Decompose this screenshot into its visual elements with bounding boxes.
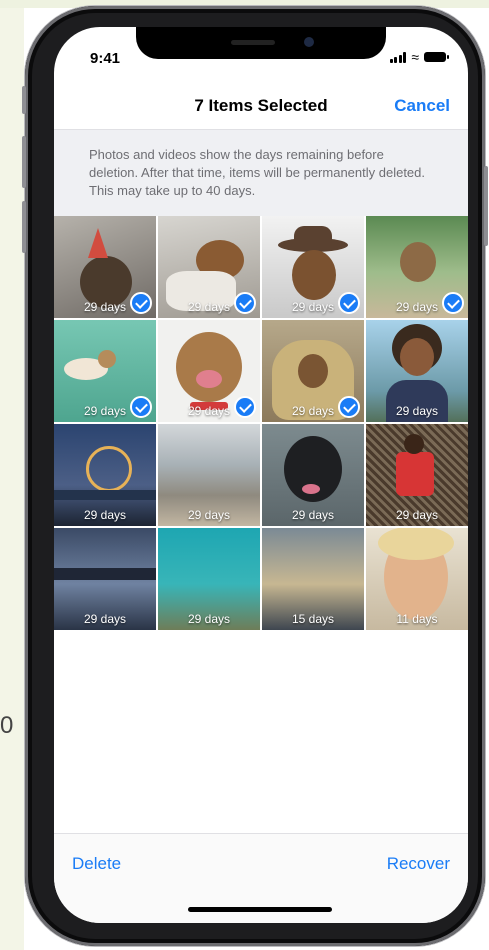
volume-down-button [22, 201, 26, 253]
selected-check-icon [234, 292, 256, 314]
page-margin-left [0, 0, 24, 950]
photo-tile[interactable]: 29 days [54, 216, 156, 318]
days-remaining-label: 29 days [83, 508, 127, 522]
selected-check-icon [338, 292, 360, 314]
selected-check-icon [130, 292, 152, 314]
photo-tile[interactable]: 11 days [366, 528, 468, 630]
days-remaining-label: 11 days [396, 612, 438, 626]
stray-text: 0 [0, 712, 14, 739]
notch [136, 27, 386, 59]
info-banner: Photos and videos show the days remainin… [54, 129, 468, 216]
selected-check-icon [234, 396, 256, 418]
selected-check-icon [338, 396, 360, 418]
photo-tile[interactable]: 29 days [158, 216, 260, 318]
photo-tile[interactable]: 29 days [366, 320, 468, 422]
days-remaining-label: 29 days [395, 404, 439, 418]
photo-tile[interactable]: 29 days [158, 528, 260, 630]
days-remaining-label: 29 days [187, 508, 231, 522]
photo-tile[interactable]: 15 days [262, 528, 364, 630]
camera-icon [304, 37, 314, 47]
volume-up-button [22, 136, 26, 188]
days-remaining-label: 15 days [291, 612, 335, 626]
photo-tile[interactable]: 29 days [262, 216, 364, 318]
photo-tile[interactable]: 29 days [54, 320, 156, 422]
cancel-button[interactable]: Cancel [394, 96, 450, 116]
speaker-grille [231, 40, 275, 45]
home-indicator[interactable] [188, 907, 332, 912]
photo-tile[interactable]: 29 days [262, 424, 364, 526]
info-text: Photos and videos show the days remainin… [89, 147, 426, 198]
mute-switch [22, 86, 26, 114]
status-icons: ≈ [389, 49, 449, 65]
recover-button[interactable]: Recover [387, 854, 450, 874]
navigation-bar: 7 Items Selected Cancel [54, 83, 468, 127]
photo-tile[interactable]: 29 days [54, 424, 156, 526]
photo-tile[interactable]: 29 days [366, 216, 468, 318]
days-remaining-label: 29 days [291, 508, 335, 522]
bottom-toolbar: Delete Recover [54, 833, 468, 923]
wifi-icon: ≈ [411, 49, 419, 65]
status-time: 9:41 [90, 50, 121, 67]
selected-check-icon [130, 396, 152, 418]
side-button [484, 166, 488, 246]
days-remaining-label: 29 days [83, 612, 127, 626]
photo-tile[interactable]: 29 days [366, 424, 468, 526]
delete-button[interactable]: Delete [72, 854, 121, 874]
cellular-signal-icon [389, 51, 407, 63]
phone-screen: 9:41 ≈ 7 Items Selected Cancel Photos an… [54, 27, 468, 923]
days-remaining-label: 29 days [395, 508, 439, 522]
photo-tile[interactable]: 29 days [158, 424, 260, 526]
battery-icon [424, 52, 449, 62]
days-remaining-label: 29 days [187, 612, 231, 626]
photo-tile[interactable]: 29 days [262, 320, 364, 422]
photo-tile[interactable]: 29 days [158, 320, 260, 422]
selected-check-icon [442, 292, 464, 314]
photo-tile[interactable]: 29 days [54, 528, 156, 630]
